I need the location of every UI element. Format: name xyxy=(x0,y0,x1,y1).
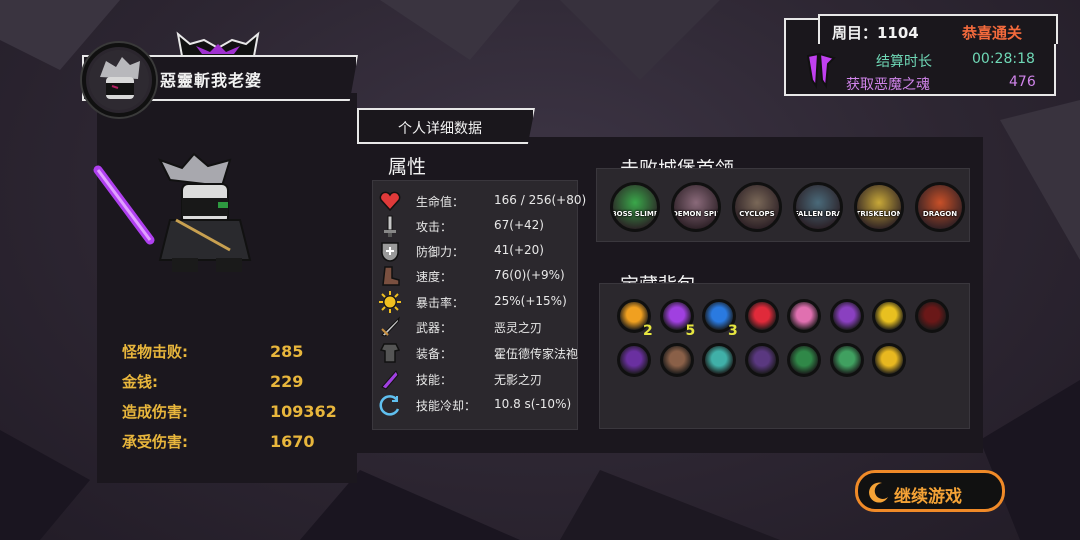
attr-row-speed: 速度： 76(0)(+9%) xyxy=(378,264,578,288)
attr-value: 25%(+15%) xyxy=(494,294,567,308)
item-count: 5 xyxy=(685,323,696,339)
soul-value: 476 xyxy=(1009,74,1036,90)
sun-icon xyxy=(379,291,401,313)
battle-stats: 怪物击败: 285 金钱: 229 造成伤害: 109362 承受伤害: 167… xyxy=(122,336,337,456)
gold-boot-icon[interactable] xyxy=(872,343,906,377)
boss-portrait[interactable]: BOSS SLIME xyxy=(610,182,660,232)
stat-value: 229 xyxy=(270,371,304,391)
attr-value: 10.8 s(-10%) xyxy=(494,397,572,411)
attr-row-cooldown: 技能冷却： 10.8 s(-10%) xyxy=(378,393,578,417)
boss-portrait[interactable]: FALLEN DRAGON xyxy=(793,182,843,232)
attr-value: 166 / 256(+80) xyxy=(494,193,587,207)
stat-row: 造成伤害: 109362 xyxy=(122,396,337,426)
demon-soul-icon xyxy=(806,52,836,90)
boss-portrait[interactable]: DEMON SPIDER xyxy=(671,182,721,232)
stat-label: 造成伤害: xyxy=(122,402,188,421)
boss-name: FALLEN DRAGON xyxy=(794,210,843,218)
stat-row: 金钱: 229 xyxy=(122,366,337,396)
boss-name: DEMON SPIDER xyxy=(672,210,718,218)
purple-wing-icon[interactable] xyxy=(744,343,779,377)
sword-icon xyxy=(384,215,396,237)
stat-row: 怪物击败: 285 xyxy=(122,336,337,366)
time-label: 结算时长 xyxy=(876,54,932,70)
boss-portrait[interactable]: CYCLOPS xyxy=(732,182,782,232)
stat-row: 承受伤害: 1670 xyxy=(122,426,337,456)
attr-value: 67(+42) xyxy=(494,218,544,232)
attr-label: 防御力： xyxy=(416,245,465,259)
attr-label: 速度： xyxy=(416,270,453,284)
bag-box xyxy=(599,283,970,429)
attr-value: 无影之刃 xyxy=(494,373,543,387)
armor-icon xyxy=(379,343,401,363)
purple-horn-icon[interactable] xyxy=(617,343,651,377)
boss-portrait[interactable]: DRAGON xyxy=(915,182,965,232)
stat-value: 285 xyxy=(270,341,304,361)
soul-label: 获取恶魔之魂 xyxy=(846,77,930,93)
item-count: 3 xyxy=(728,323,738,339)
attr-label: 装备： xyxy=(416,347,453,361)
boss-portrait[interactable]: TRISKELION xyxy=(854,182,904,232)
time-value: 00:28:18 xyxy=(972,51,1035,67)
attr-row-defense: 防御力： 41(+20) xyxy=(378,239,578,263)
stat-label: 金钱: xyxy=(122,372,158,391)
player-avatar xyxy=(82,43,156,117)
attr-row-skill: 技能： 无影之刃 xyxy=(378,367,578,391)
round-counter: 周目：1104 xyxy=(832,24,919,42)
moon-icon xyxy=(869,482,888,503)
attr-value: 霍伍德传家法袍 xyxy=(494,347,579,361)
green-helm-icon[interactable] xyxy=(829,343,864,377)
attr-row-hp: 生命值： 166 / 256(+80) xyxy=(378,189,586,213)
attr-label: 攻击： xyxy=(416,220,453,234)
ninja-portrait-icon xyxy=(89,50,149,110)
boot-icon xyxy=(382,266,400,286)
attr-label: 暴击率： xyxy=(416,296,465,310)
attr-label: 生命值： xyxy=(416,195,465,209)
dark-claw-icon[interactable] xyxy=(914,299,949,333)
weapon-icon xyxy=(381,316,400,337)
stat-value: 1670 xyxy=(270,431,315,451)
attr-row-crit: 暴击率： 25%(+15%) xyxy=(378,290,578,314)
player-name: 惡靈斬我老婆 xyxy=(160,71,263,90)
boss-name: TRISKELION xyxy=(855,210,903,218)
attr-row-armor: 装备： 霍伍德传家法袍 xyxy=(378,341,578,365)
stat-label: 怪物击败: xyxy=(122,342,188,361)
stat-label: 承受伤害: xyxy=(122,432,188,451)
hero-character xyxy=(93,152,252,272)
red-crystal-icon[interactable] xyxy=(744,299,779,333)
attr-label: 技能： xyxy=(416,373,453,387)
attributes-title: 属性 xyxy=(388,156,427,178)
continue-button[interactable]: 继续游戏 xyxy=(855,470,1005,512)
skill-icon xyxy=(381,370,399,390)
heart-icon xyxy=(379,191,401,212)
attr-value: 41(+20) xyxy=(494,243,544,257)
beast-mask-icon[interactable] xyxy=(659,343,694,377)
clear-banner: 恭喜通关 xyxy=(962,24,1023,42)
demon-crown-icon xyxy=(176,31,260,57)
detail-tab-label: 个人详细数据 xyxy=(398,121,482,137)
attr-label: 技能冷却： xyxy=(416,399,477,413)
continue-label: 继续游戏 xyxy=(894,487,962,507)
attr-label: 武器： xyxy=(416,321,453,335)
gold-ring-icon[interactable] xyxy=(872,299,906,333)
purple-leaf-icon[interactable] xyxy=(829,299,864,333)
cooldown-icon xyxy=(379,395,400,416)
attr-row-attack: 攻击： 67(+42) xyxy=(378,214,578,238)
attr-row-weapon: 武器： 恶灵之刃 xyxy=(378,315,578,339)
stat-value: 109362 xyxy=(270,401,337,421)
attr-value: 恶灵之刃 xyxy=(494,321,543,335)
attr-value: 76(0)(+9%) xyxy=(494,268,565,282)
green-claw-icon[interactable] xyxy=(787,343,821,377)
boss-name: BOSS SLIME xyxy=(611,210,659,218)
shield-icon xyxy=(381,242,399,262)
boss-name: DRAGON xyxy=(922,210,958,218)
teal-gear-icon[interactable] xyxy=(702,343,736,377)
item-count: 2 xyxy=(643,323,653,339)
boss-name: CYCLOPS xyxy=(739,210,775,218)
pink-flower-icon[interactable] xyxy=(787,299,821,333)
